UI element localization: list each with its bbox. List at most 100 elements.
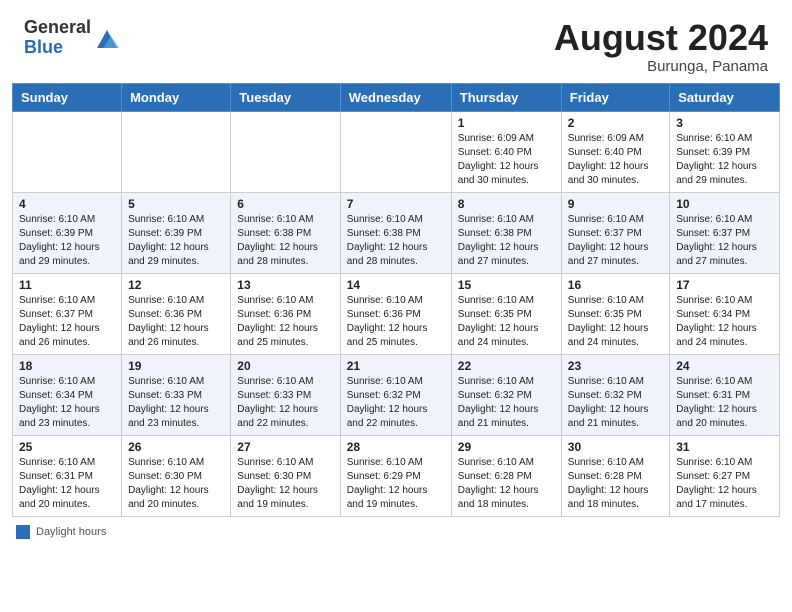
day-info: Sunrise: 6:10 AMSunset: 6:32 PMDaylight:… <box>458 375 555 431</box>
day-number: 19 <box>128 359 224 373</box>
day-info: Sunrise: 6:10 AMSunset: 6:37 PMDaylight:… <box>568 213 663 269</box>
location-subtitle: Burunga, Panama <box>554 58 768 75</box>
calendar-cell: 23 Sunrise: 6:10 AMSunset: 6:32 PMDayligh… <box>561 354 669 435</box>
day-number: 27 <box>237 440 333 454</box>
logo: General Blue <box>24 18 121 58</box>
day-info: Sunrise: 6:10 AMSunset: 6:36 PMDaylight:… <box>237 294 333 350</box>
weekday-header-row: SundayMondayTuesdayWednesdayThursdayFrid… <box>13 83 780 111</box>
weekday-header-cell: Friday <box>561 83 669 111</box>
calendar-cell: 10 Sunrise: 6:10 AMSunset: 6:37 PMDayligh… <box>670 192 780 273</box>
day-number: 13 <box>237 278 333 292</box>
calendar-cell: 16 Sunrise: 6:10 AMSunset: 6:35 PMDayligh… <box>561 273 669 354</box>
day-info: Sunrise: 6:10 AMSunset: 6:27 PMDaylight:… <box>676 456 773 512</box>
page-header: General Blue August 2024 Burunga, Panama <box>0 0 792 83</box>
day-info: Sunrise: 6:10 AMSunset: 6:33 PMDaylight:… <box>237 375 333 431</box>
day-info: Sunrise: 6:10 AMSunset: 6:31 PMDaylight:… <box>676 375 773 431</box>
calendar-cell: 2Sunrise: 6:09 AMSunset: 6:40 PMDaylight… <box>561 111 669 192</box>
weekday-header-cell: Saturday <box>670 83 780 111</box>
calendar-cell: 29Sunrise: 6:10 AMSunset: 6:28 PMDayligh… <box>451 435 561 516</box>
calendar-footer: Daylight hours <box>0 517 792 547</box>
day-info: Sunrise: 6:10 AMSunset: 6:34 PMDaylight:… <box>19 375 115 431</box>
calendar-week-row: 11Sunrise: 6:10 AMSunset: 6:37 PMDayligh… <box>13 273 780 354</box>
calendar-cell: 5Sunrise: 6:10 AMSunset: 6:39 PMDaylight… <box>122 192 231 273</box>
calendar-cell: 26Sunrise: 6:10 AMSunset: 6:30 PMDayligh… <box>122 435 231 516</box>
day-number: 10 <box>676 197 773 211</box>
weekday-header-cell: Wednesday <box>340 83 451 111</box>
calendar-cell: 15 Sunrise: 6:10 AMSunset: 6:35 PMDayligh… <box>451 273 561 354</box>
calendar-cell: 17 Sunrise: 6:10 AMSunset: 6:34 PMDayligh… <box>670 273 780 354</box>
day-info: Sunrise: 6:10 AMSunset: 6:29 PMDaylight:… <box>347 456 445 512</box>
calendar-cell: 28 Sunrise: 6:10 AMSunset: 6:29 PMDayligh… <box>340 435 451 516</box>
daylight-dot <box>16 525 30 539</box>
day-info: Sunrise: 6:09 AMSunset: 6:40 PMDaylight:… <box>458 132 555 188</box>
calendar-week-row: 18 Sunrise: 6:10 AMSunset: 6:34 PMDayligh… <box>13 354 780 435</box>
calendar-cell: 3Sunrise: 6:10 AMSunset: 6:39 PMDaylight… <box>670 111 780 192</box>
day-info: Sunrise: 6:10 AMSunset: 6:34 PMDaylight:… <box>676 294 773 350</box>
title-area: August 2024 Burunga, Panama <box>554 18 768 75</box>
day-number: 8 <box>458 197 555 211</box>
day-info: Sunrise: 6:10 AMSunset: 6:33 PMDaylight:… <box>128 375 224 431</box>
day-number: 28 <box>347 440 445 454</box>
day-info: Sunrise: 6:10 AMSunset: 6:38 PMDaylight:… <box>458 213 555 269</box>
day-info: Sunrise: 6:10 AMSunset: 6:28 PMDaylight:… <box>568 456 663 512</box>
calendar-cell: 24 Sunrise: 6:10 AMSunset: 6:31 PMDayligh… <box>670 354 780 435</box>
day-number: 30 <box>568 440 663 454</box>
calendar-week-row: 1 Sunrise: 6:09 AMSunset: 6:40 PMDaylight… <box>13 111 780 192</box>
day-number: 17 <box>676 278 773 292</box>
calendar-body: 1 Sunrise: 6:09 AMSunset: 6:40 PMDaylight… <box>13 111 780 516</box>
day-number: 25 <box>19 440 115 454</box>
calendar-cell: 18 Sunrise: 6:10 AMSunset: 6:34 PMDayligh… <box>13 354 122 435</box>
day-info: Sunrise: 6:10 AMSunset: 6:35 PMDaylight:… <box>458 294 555 350</box>
calendar-cell: 9 Sunrise: 6:10 AMSunset: 6:37 PMDaylight… <box>561 192 669 273</box>
day-number: 12 <box>128 278 224 292</box>
logo-general-text: General <box>24 17 91 37</box>
day-info: Sunrise: 6:10 AMSunset: 6:37 PMDaylight:… <box>19 294 115 350</box>
day-info: Sunrise: 6:10 AMSunset: 6:32 PMDaylight:… <box>347 375 445 431</box>
day-info: Sunrise: 6:10 AMSunset: 6:30 PMDaylight:… <box>128 456 224 512</box>
calendar-cell: 12 Sunrise: 6:10 AMSunset: 6:36 PMDayligh… <box>122 273 231 354</box>
day-number: 14 <box>347 278 445 292</box>
day-number: 7 <box>347 197 445 211</box>
calendar-cell: 22 Sunrise: 6:10 AMSunset: 6:32 PMDayligh… <box>451 354 561 435</box>
day-number: 22 <box>458 359 555 373</box>
day-info: Sunrise: 6:10 AMSunset: 6:32 PMDaylight:… <box>568 375 663 431</box>
calendar-cell: 1 Sunrise: 6:09 AMSunset: 6:40 PMDaylight… <box>451 111 561 192</box>
day-number: 24 <box>676 359 773 373</box>
day-info: Sunrise: 6:10 AMSunset: 6:35 PMDaylight:… <box>568 294 663 350</box>
day-number: 16 <box>568 278 663 292</box>
weekday-header-cell: Sunday <box>13 83 122 111</box>
day-number: 23 <box>568 359 663 373</box>
calendar-cell: 4Sunrise: 6:10 AMSunset: 6:39 PMDaylight… <box>13 192 122 273</box>
day-info: Sunrise: 6:10 AMSunset: 6:36 PMDaylight:… <box>128 294 224 350</box>
calendar-cell: 31Sunrise: 6:10 AMSunset: 6:27 PMDayligh… <box>670 435 780 516</box>
calendar-cell: 27Sunrise: 6:10 AMSunset: 6:30 PMDayligh… <box>231 435 340 516</box>
day-number: 15 <box>458 278 555 292</box>
day-info: Sunrise: 6:10 AMSunset: 6:38 PMDaylight:… <box>237 213 333 269</box>
day-number: 6 <box>237 197 333 211</box>
day-number: 5 <box>128 197 224 211</box>
day-number: 4 <box>19 197 115 211</box>
day-number: 9 <box>568 197 663 211</box>
calendar-cell: 30 Sunrise: 6:10 AMSunset: 6:28 PMDayligh… <box>561 435 669 516</box>
day-number: 29 <box>458 440 555 454</box>
day-number: 3 <box>676 116 773 130</box>
calendar-cell: 14Sunrise: 6:10 AMSunset: 6:36 PMDayligh… <box>340 273 451 354</box>
day-info: Sunrise: 6:09 AMSunset: 6:40 PMDaylight:… <box>568 132 663 188</box>
day-info: Sunrise: 6:10 AMSunset: 6:38 PMDaylight:… <box>347 213 445 269</box>
day-number: 18 <box>19 359 115 373</box>
calendar-cell <box>122 111 231 192</box>
calendar-cell: 13 Sunrise: 6:10 AMSunset: 6:36 PMDayligh… <box>231 273 340 354</box>
day-number: 20 <box>237 359 333 373</box>
calendar-week-row: 4Sunrise: 6:10 AMSunset: 6:39 PMDaylight… <box>13 192 780 273</box>
day-info: Sunrise: 6:10 AMSunset: 6:37 PMDaylight:… <box>676 213 773 269</box>
calendar-cell: 25 Sunrise: 6:10 AMSunset: 6:31 PMDayligh… <box>13 435 122 516</box>
day-number: 1 <box>458 116 555 130</box>
calendar-cell: 6 Sunrise: 6:10 AMSunset: 6:38 PMDaylight… <box>231 192 340 273</box>
daylight-label: Daylight hours <box>36 526 106 538</box>
calendar-cell: 20 Sunrise: 6:10 AMSunset: 6:33 PMDayligh… <box>231 354 340 435</box>
calendar-cell: 7 Sunrise: 6:10 AMSunset: 6:38 PMDaylight… <box>340 192 451 273</box>
logo-icon <box>93 24 121 52</box>
calendar-cell: 21Sunrise: 6:10 AMSunset: 6:32 PMDayligh… <box>340 354 451 435</box>
day-info: Sunrise: 6:10 AMSunset: 6:31 PMDaylight:… <box>19 456 115 512</box>
logo-blue-text: Blue <box>24 37 63 57</box>
